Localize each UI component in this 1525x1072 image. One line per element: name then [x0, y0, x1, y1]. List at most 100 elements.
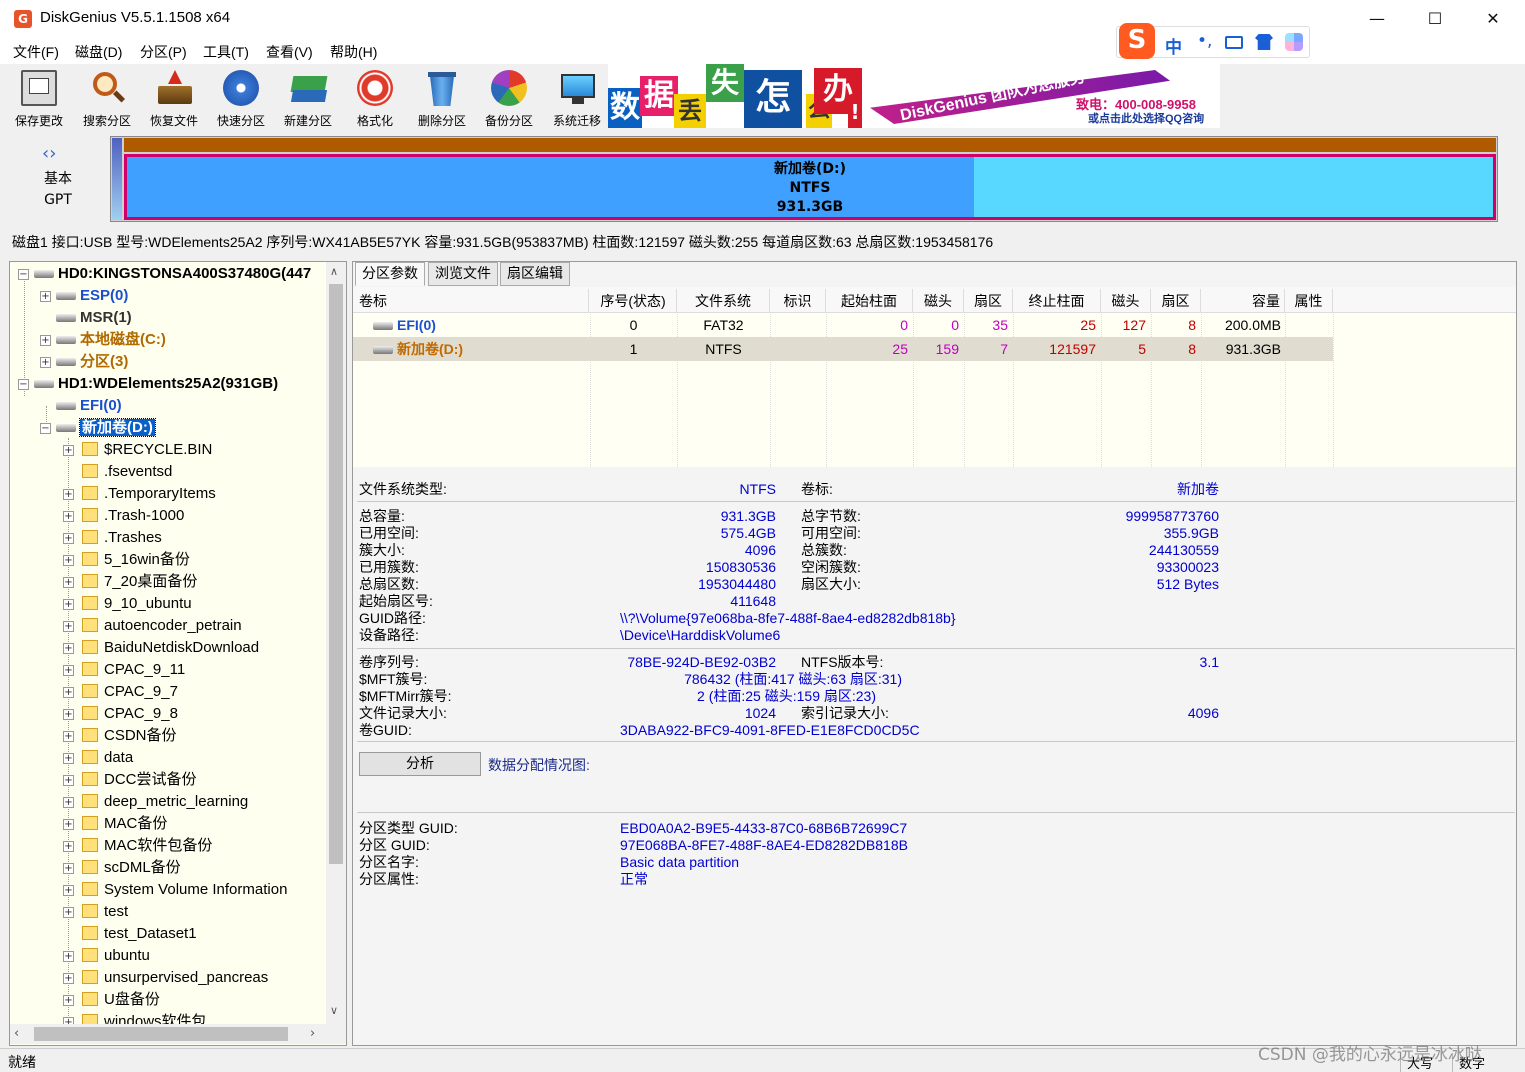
tree-folder[interactable]: .TemporaryItems	[82, 483, 216, 505]
menu-tools[interactable]: 工具(T)	[203, 42, 249, 62]
tree-folder[interactable]: autoencoder_petrain	[82, 615, 242, 637]
col-capacity[interactable]: 容量	[1201, 289, 1285, 313]
tree-partition-msr[interactable]: MSR(1)	[56, 307, 132, 329]
menu-file[interactable]: 文件(F)	[13, 42, 59, 62]
quick-partition-button[interactable]: 快速分区	[208, 66, 274, 128]
expand-toggle[interactable]: +	[40, 335, 51, 346]
expand-toggle[interactable]: +	[63, 555, 74, 566]
expand-toggle[interactable]: +	[63, 951, 74, 962]
expand-toggle[interactable]: +	[63, 643, 74, 654]
expand-toggle[interactable]: +	[63, 819, 74, 830]
minimize-button[interactable]: —	[1348, 0, 1406, 38]
tab-sector-editor[interactable]: 扇区编辑	[500, 262, 570, 286]
menu-disk[interactable]: 磁盘(D)	[75, 42, 122, 62]
tree-partition-c[interactable]: 本地磁盘(C:)	[56, 329, 166, 351]
expand-toggle[interactable]: +	[63, 621, 74, 632]
ime-toolbar[interactable]: S 中 •,	[1116, 23, 1310, 59]
delete-partition-button[interactable]: 删除分区	[409, 66, 475, 128]
ime-mode[interactable]: 中	[1165, 33, 1182, 58]
expand-toggle[interactable]: +	[63, 577, 74, 588]
toolbox-icon[interactable]	[1285, 33, 1303, 51]
disk-nav-arrows-icon[interactable]: ‹›	[42, 143, 56, 164]
tree-partition-3[interactable]: 分区(3)	[56, 351, 128, 373]
tree-partition-esp[interactable]: ESP(0)	[56, 285, 128, 307]
col-attributes[interactable]: 属性	[1285, 289, 1333, 313]
analyze-button[interactable]: 分析	[359, 752, 481, 776]
scroll-right-icon[interactable]: ›	[310, 1026, 315, 1041]
tree-folder[interactable]: deep_metric_learning	[82, 791, 248, 813]
ad-banner[interactable]: 数 据 丢 失 怎 么 办 ! DiskGenius 团队为您服务 致电：400…	[608, 64, 1220, 128]
tree-folder[interactable]: BaiduNetdiskDownload	[82, 637, 259, 659]
expand-toggle[interactable]: +	[63, 973, 74, 984]
tree-folder[interactable]: DCC尝试备份	[82, 769, 197, 791]
expand-toggle[interactable]: +	[63, 995, 74, 1006]
col-volume-label[interactable]: 卷标	[359, 289, 589, 313]
tree-folder[interactable]: scDML备份	[82, 857, 181, 879]
tree-folder[interactable]: System Volume Information	[82, 879, 287, 901]
menu-partition[interactable]: 分区(P)	[140, 42, 187, 62]
tree-folder[interactable]: unsurpervised_pancreas	[82, 967, 268, 989]
tree-scroll-thumb[interactable]	[329, 284, 343, 864]
col-index[interactable]: 序号(状态)	[590, 289, 677, 313]
expand-toggle[interactable]: +	[63, 797, 74, 808]
close-button[interactable]: ✕	[1464, 0, 1522, 38]
tree-disk-hd1[interactable]: HD1:WDElements25A2(931GB)	[34, 373, 278, 395]
tree-folder[interactable]: ubuntu	[82, 945, 150, 967]
col-filesystem[interactable]: 文件系统	[677, 289, 770, 313]
expand-toggle[interactable]: +	[63, 599, 74, 610]
expand-toggle[interactable]: −	[18, 379, 29, 390]
expand-toggle[interactable]: +	[63, 687, 74, 698]
tree-folder[interactable]: data	[82, 747, 133, 769]
save-changes-button[interactable]: 保存更改	[6, 66, 72, 128]
scroll-up-icon[interactable]: ∧	[330, 265, 338, 278]
expand-toggle[interactable]: +	[63, 709, 74, 720]
system-migration-button[interactable]: 系统迁移	[544, 66, 610, 128]
tree-folder[interactable]: test_Dataset1	[82, 923, 197, 945]
tree-folder[interactable]: 5_16win备份	[82, 549, 190, 571]
tree-partition-efi[interactable]: EFI(0)	[56, 395, 122, 417]
tree-folder[interactable]: U盘备份	[82, 989, 160, 1011]
expand-toggle[interactable]: −	[18, 269, 29, 280]
scroll-down-icon[interactable]: ∨	[330, 1004, 338, 1017]
tree-folder[interactable]: CPAC_9_7	[82, 681, 178, 703]
tree-folder[interactable]: 9_10_ubuntu	[82, 593, 192, 615]
expand-toggle[interactable]: +	[63, 511, 74, 522]
scroll-left-icon[interactable]: ‹	[14, 1026, 19, 1041]
expand-toggle[interactable]: +	[40, 291, 51, 302]
col-end-cyl[interactable]: 终止柱面	[1013, 289, 1101, 313]
expand-toggle[interactable]: +	[63, 863, 74, 874]
expand-toggle[interactable]: +	[40, 357, 51, 368]
skin-icon[interactable]	[1255, 34, 1273, 50]
keyboard-icon[interactable]	[1225, 36, 1243, 49]
col-end-sector[interactable]: 扇区	[1151, 289, 1201, 313]
menu-view[interactable]: 查看(V)	[266, 42, 313, 62]
expand-toggle[interactable]: +	[63, 489, 74, 500]
tree-folder[interactable]: CSDN备份	[82, 725, 177, 747]
expand-toggle[interactable]: +	[63, 907, 74, 918]
tree-disk-hd0[interactable]: HD0:KINGSTONSA400S37480G(447	[34, 263, 311, 285]
esp-segment[interactable]	[112, 138, 122, 220]
tab-partition-params[interactable]: 分区参数	[355, 262, 425, 286]
col-start-cyl[interactable]: 起始柱面	[826, 289, 913, 313]
expand-toggle[interactable]: +	[63, 775, 74, 786]
tree-partition-d[interactable]: 新加卷(D:)	[56, 417, 156, 439]
tab-browse-files[interactable]: 浏览文件	[428, 262, 498, 286]
expand-toggle[interactable]: +	[63, 753, 74, 764]
maximize-button[interactable]: ☐	[1406, 0, 1464, 38]
new-partition-button[interactable]: 新建分区	[275, 66, 341, 128]
tree-folder[interactable]: CPAC_9_8	[82, 703, 178, 725]
expand-toggle[interactable]: +	[63, 841, 74, 852]
format-button[interactable]: 格式化	[342, 66, 408, 128]
expand-toggle[interactable]: +	[63, 533, 74, 544]
expand-toggle[interactable]: −	[40, 423, 51, 434]
col-start-head[interactable]: 磁头	[913, 289, 964, 313]
search-partition-button[interactable]: 搜索分区	[74, 66, 140, 128]
tree-folder[interactable]: .Trash-1000	[82, 505, 184, 527]
punctuation-icon[interactable]: •,	[1197, 31, 1212, 51]
tree-folder[interactable]: MAC软件包备份	[82, 835, 212, 857]
expand-toggle[interactable]: +	[63, 445, 74, 456]
tree-folder[interactable]: .Trashes	[82, 527, 162, 549]
col-start-sector[interactable]: 扇区	[964, 289, 1013, 313]
tree-folder[interactable]: test	[82, 901, 128, 923]
expand-toggle[interactable]: +	[63, 885, 74, 896]
